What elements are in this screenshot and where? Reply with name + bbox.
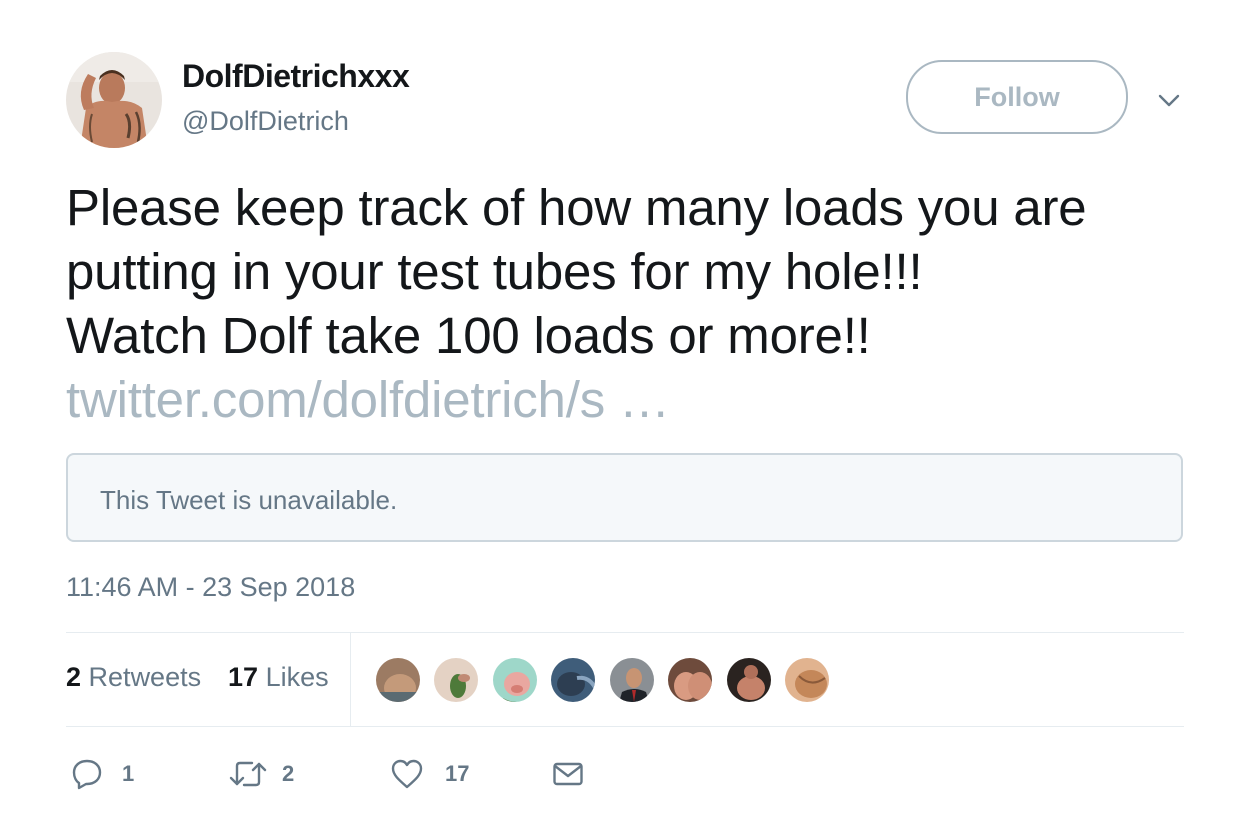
retweet-count: 2 <box>282 761 295 786</box>
reply-count: 1 <box>122 761 135 786</box>
liker-avatar[interactable] <box>432 656 480 704</box>
liker-avatar[interactable] <box>374 656 422 704</box>
tweet-link[interactable]: twitter.com/dolfdietrich/s … <box>66 368 1216 432</box>
reply-icon <box>70 757 104 791</box>
message-icon <box>551 757 585 791</box>
avatar[interactable] <box>66 52 162 148</box>
likes-count: 17 <box>228 662 259 692</box>
liker-avatar[interactable] <box>491 656 539 704</box>
tweet-timestamp[interactable]: 11:46 AM - 23 Sep 2018 <box>66 572 355 603</box>
retweet-icon <box>228 757 268 791</box>
likes-label: Likes <box>265 662 329 692</box>
display-name[interactable]: DolfDietrichxxx <box>182 58 410 95</box>
retweets-label: Retweets <box>88 662 202 692</box>
chevron-down-icon[interactable] <box>1155 86 1183 114</box>
retweet-button[interactable]: 2 <box>228 754 294 794</box>
tweet-text-line: Watch Dolf take 100 loads or more!! <box>66 307 871 364</box>
user-handle[interactable]: @DolfDietrich <box>182 106 349 137</box>
tweet-text-line: Please keep track of how many loads you … <box>66 179 1087 236</box>
liker-avatar[interactable] <box>783 656 831 704</box>
divider <box>350 633 351 727</box>
liker-avatar[interactable] <box>666 656 714 704</box>
like-count: 17 <box>445 761 470 786</box>
heart-icon <box>389 757 425 791</box>
like-button[interactable]: 17 <box>389 754 469 794</box>
tweet-text: Please keep track of how many loads you … <box>66 176 1216 432</box>
divider <box>66 726 1184 727</box>
retweets-count: 2 <box>66 662 82 692</box>
liker-avatar[interactable] <box>549 656 597 704</box>
reply-button[interactable]: 1 <box>70 754 134 794</box>
follow-button[interactable]: Follow <box>906 60 1128 134</box>
likes-stat[interactable]: 17 Likes <box>228 662 329 693</box>
message-button[interactable] <box>551 754 585 794</box>
tweet-text-line: putting in your test tubes for my hole!!… <box>66 243 923 300</box>
quoted-tweet: This Tweet is unavailable. <box>66 453 1183 542</box>
quoted-tweet-message: This Tweet is unavailable. <box>100 485 398 515</box>
liker-avatar[interactable] <box>608 656 656 704</box>
retweets-stat[interactable]: 2 Retweets <box>66 662 201 693</box>
liker-avatar[interactable] <box>725 656 773 704</box>
divider <box>66 632 1184 633</box>
